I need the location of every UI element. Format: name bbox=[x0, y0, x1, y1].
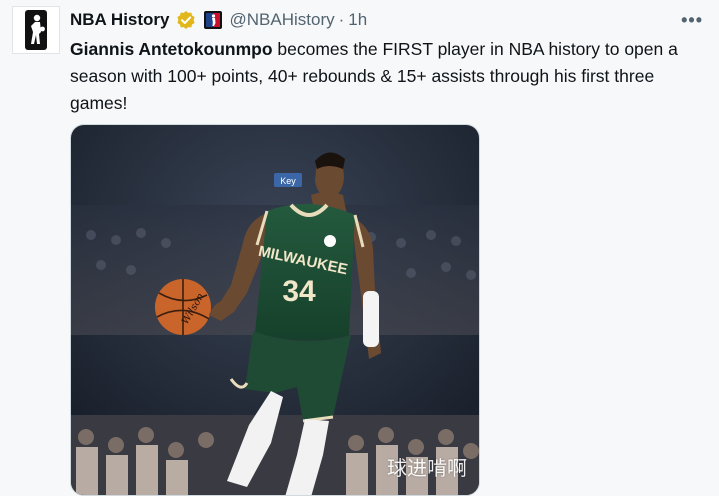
jersey-number: 34 bbox=[282, 275, 316, 308]
separator-dot: · bbox=[338, 10, 345, 29]
watermark: 球进啃啊 bbox=[387, 456, 467, 480]
author-name[interactable]: NBA History bbox=[70, 10, 170, 30]
verified-badge-icon[interactable] bbox=[176, 10, 196, 30]
giannis-dribbling-photo: Key MILWAUKEE 34 Wilson bbox=[71, 125, 479, 495]
more-options-icon[interactable]: ••• bbox=[681, 8, 703, 32]
tweet-media-image[interactable]: Key MILWAUKEE 34 Wilson 球进啃啊 bbox=[70, 124, 480, 496]
timestamp[interactable]: 1h bbox=[348, 10, 367, 30]
mention-name: Giannis Antetokounmpo bbox=[70, 39, 273, 59]
tweet-header: NBA History @NBAHistory · 1h ••• bbox=[70, 8, 703, 32]
nba-affiliate-icon[interactable] bbox=[203, 11, 222, 29]
avatar[interactable] bbox=[12, 6, 60, 54]
arena-sign: Key bbox=[280, 176, 296, 186]
nba-logo-icon bbox=[25, 10, 47, 50]
author-handle[interactable]: @NBAHistory bbox=[230, 10, 335, 30]
tweet-text: Giannis Antetokounmpo becomes the FIRST … bbox=[70, 36, 700, 117]
